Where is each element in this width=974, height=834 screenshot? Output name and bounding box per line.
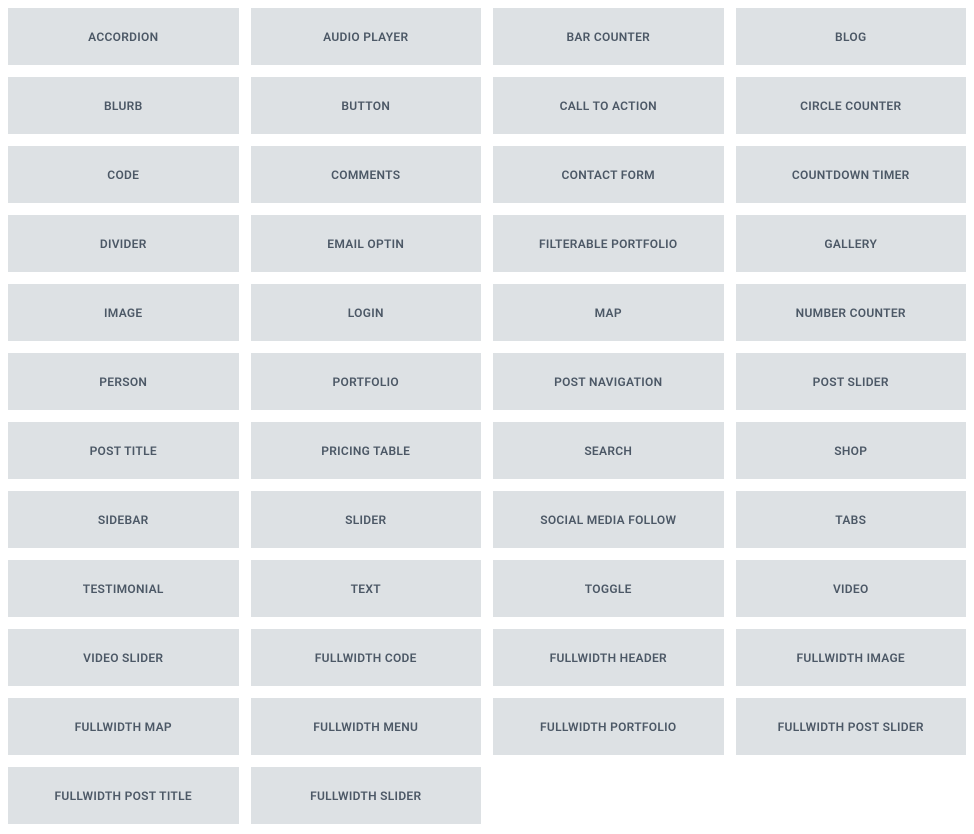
module-item-label: SLIDER [345, 513, 386, 527]
module-item-label: FULLWIDTH SLIDER [310, 789, 421, 803]
module-item-fullwidth-post-title[interactable]: FULLWIDTH POST TITLE [8, 767, 239, 824]
module-item-label: POST NAVIGATION [554, 375, 662, 389]
module-item-label: VIDEO [833, 582, 869, 596]
module-item-fullwidth-post-slider[interactable]: FULLWIDTH POST SLIDER [736, 698, 967, 755]
module-item-map[interactable]: MAP [493, 284, 724, 341]
module-item-label: VIDEO SLIDER [83, 651, 163, 665]
module-item-label: POST TITLE [90, 444, 157, 458]
module-item-label: FULLWIDTH HEADER [550, 651, 667, 665]
module-item-label: CIRCLE COUNTER [800, 99, 901, 113]
module-item-label: CALL TO ACTION [560, 99, 657, 113]
module-item-label: FULLWIDTH POST SLIDER [778, 720, 924, 734]
module-item-slider[interactable]: SLIDER [251, 491, 482, 548]
module-item-blurb[interactable]: BLURB [8, 77, 239, 134]
module-item-pricing-table[interactable]: PRICING TABLE [251, 422, 482, 479]
module-item-sidebar[interactable]: SIDEBAR [8, 491, 239, 548]
module-item-circle-counter[interactable]: CIRCLE COUNTER [736, 77, 967, 134]
module-item-label: COMMENTS [331, 168, 400, 182]
module-item-label: TOGGLE [585, 582, 632, 596]
module-item-label: TABS [835, 513, 866, 527]
module-item-toggle[interactable]: TOGGLE [493, 560, 724, 617]
module-item-video-slider[interactable]: VIDEO SLIDER [8, 629, 239, 686]
module-item-label: DIVIDER [100, 237, 147, 251]
module-item-filterable-portfolio[interactable]: FILTERABLE PORTFOLIO [493, 215, 724, 272]
module-item-label: MAP [595, 306, 622, 320]
module-item-tabs[interactable]: TABS [736, 491, 967, 548]
module-item-post-title[interactable]: POST TITLE [8, 422, 239, 479]
module-item-call-to-action[interactable]: CALL TO ACTION [493, 77, 724, 134]
module-item-label: SHOP [834, 444, 867, 458]
module-item-label: LOGIN [348, 306, 384, 320]
module-item-label: EMAIL OPTIN [327, 237, 404, 251]
module-item-fullwidth-map[interactable]: FULLWIDTH MAP [8, 698, 239, 755]
module-item-comments[interactable]: COMMENTS [251, 146, 482, 203]
module-item-number-counter[interactable]: NUMBER COUNTER [736, 284, 967, 341]
module-item-label: PRICING TABLE [321, 444, 410, 458]
module-item-label: BAR COUNTER [566, 30, 650, 44]
module-item-button[interactable]: BUTTON [251, 77, 482, 134]
module-item-blog[interactable]: BLOG [736, 8, 967, 65]
module-item-label: GALLERY [824, 237, 877, 251]
module-item-post-navigation[interactable]: POST NAVIGATION [493, 353, 724, 410]
module-item-label: NUMBER COUNTER [796, 306, 906, 320]
module-item-search[interactable]: SEARCH [493, 422, 724, 479]
module-item-label: BLOG [835, 30, 866, 44]
module-item-audio-player[interactable]: AUDIO PLAYER [251, 8, 482, 65]
module-item-label: FULLWIDTH MENU [313, 720, 418, 734]
module-item-fullwidth-header[interactable]: FULLWIDTH HEADER [493, 629, 724, 686]
module-item-label: SOCIAL MEDIA FOLLOW [540, 513, 676, 527]
module-item-fullwidth-image[interactable]: FULLWIDTH IMAGE [736, 629, 967, 686]
module-item-label: FULLWIDTH MAP [75, 720, 172, 734]
module-item-email-optin[interactable]: EMAIL OPTIN [251, 215, 482, 272]
module-item-label: FULLWIDTH POST TITLE [55, 789, 192, 803]
module-item-label: FULLWIDTH CODE [315, 651, 417, 665]
module-item-testimonial[interactable]: TESTIMONIAL [8, 560, 239, 617]
module-item-accordion[interactable]: ACCORDION [8, 8, 239, 65]
module-item-bar-counter[interactable]: BAR COUNTER [493, 8, 724, 65]
module-item-contact-form[interactable]: CONTACT FORM [493, 146, 724, 203]
module-item-fullwidth-menu[interactable]: FULLWIDTH MENU [251, 698, 482, 755]
module-item-fullwidth-code[interactable]: FULLWIDTH CODE [251, 629, 482, 686]
module-item-video[interactable]: VIDEO [736, 560, 967, 617]
module-item-label: FILTERABLE PORTFOLIO [539, 237, 677, 251]
module-item-label: TEXT [351, 582, 381, 596]
module-item-code[interactable]: CODE [8, 146, 239, 203]
module-item-label: IMAGE [104, 306, 142, 320]
module-item-label: SEARCH [584, 444, 632, 458]
module-item-label: FULLWIDTH IMAGE [796, 651, 905, 665]
module-item-label: PORTFOLIO [333, 375, 399, 389]
module-item-label: PERSON [99, 375, 147, 389]
module-item-label: BUTTON [341, 99, 390, 113]
module-item-divider[interactable]: DIVIDER [8, 215, 239, 272]
module-item-shop[interactable]: SHOP [736, 422, 967, 479]
module-item-login[interactable]: LOGIN [251, 284, 482, 341]
module-item-label: COUNTDOWN TIMER [792, 168, 910, 182]
module-item-image[interactable]: IMAGE [8, 284, 239, 341]
module-item-label: CODE [107, 168, 139, 182]
module-item-label: BLURB [104, 99, 143, 113]
module-item-label: CONTACT FORM [562, 168, 655, 182]
module-item-text[interactable]: TEXT [251, 560, 482, 617]
module-item-fullwidth-portfolio[interactable]: FULLWIDTH PORTFOLIO [493, 698, 724, 755]
module-item-label: POST SLIDER [813, 375, 889, 389]
module-item-label: SIDEBAR [98, 513, 149, 527]
module-item-social-media-follow[interactable]: SOCIAL MEDIA FOLLOW [493, 491, 724, 548]
module-item-person[interactable]: PERSON [8, 353, 239, 410]
module-item-label: TESTIMONIAL [83, 582, 164, 596]
module-grid: ACCORDION AUDIO PLAYER BAR COUNTER BLOG BLUR… [8, 8, 966, 824]
module-item-portfolio[interactable]: PORTFOLIO [251, 353, 482, 410]
module-item-fullwidth-slider[interactable]: FULLWIDTH SLIDER [251, 767, 482, 824]
module-item-post-slider[interactable]: POST SLIDER [736, 353, 967, 410]
module-item-label: AUDIO PLAYER [323, 30, 408, 44]
module-item-gallery[interactable]: GALLERY [736, 215, 967, 272]
module-item-countdown-timer[interactable]: COUNTDOWN TIMER [736, 146, 967, 203]
module-item-label: ACCORDION [88, 30, 158, 44]
module-item-label: FULLWIDTH PORTFOLIO [540, 720, 676, 734]
